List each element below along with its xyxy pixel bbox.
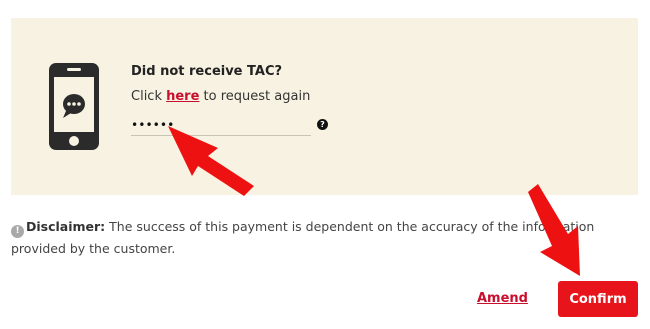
tac-request-text: Click here to request again xyxy=(131,89,310,104)
red-arrow-icon xyxy=(168,126,254,196)
info-icon: ! xyxy=(11,225,24,238)
question-circle-icon[interactable]: ? xyxy=(317,119,328,130)
smartphone-chat-icon xyxy=(49,63,99,150)
tac-request-prefix: Click xyxy=(131,89,167,104)
tac-request-suffix: to request again xyxy=(199,89,311,104)
red-arrow-icon xyxy=(528,184,580,276)
request-tac-link[interactable]: here xyxy=(166,89,199,104)
amend-link[interactable]: Amend xyxy=(477,291,528,306)
tac-panel: Did not receive TAC? Click here to reque… xyxy=(11,18,638,195)
confirm-button[interactable]: Confirm xyxy=(558,281,638,317)
tac-title: Did not receive TAC? xyxy=(131,64,283,79)
disclaimer-label: Disclaimer: xyxy=(26,219,106,234)
